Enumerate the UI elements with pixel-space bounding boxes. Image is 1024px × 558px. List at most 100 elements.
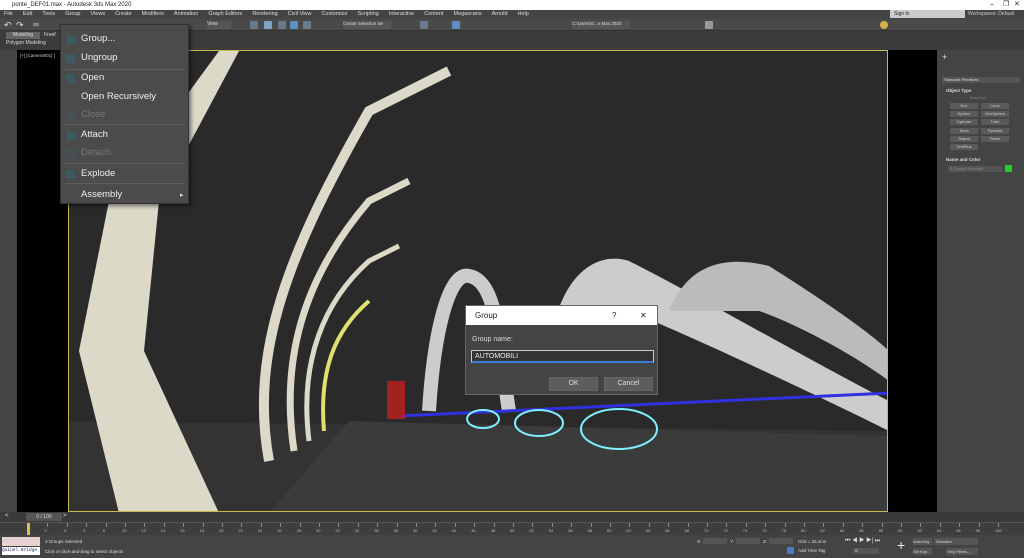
undo-icon[interactable]: ↶ [4, 20, 12, 31]
tab-freeform[interactable]: Freef [44, 32, 56, 38]
menu-interactive[interactable]: Interactive [389, 10, 414, 19]
timeline-ruler[interactable]: 2 4 6 8 10 12 14 16 18 20 22 24 26 28 30 32 34 36 38 40 42 44… [0, 522, 1024, 535]
timeline-tick-label: 74 [742, 528, 748, 533]
project-path-dropdown[interactable]: C:\Users\G...s Max 2020 [572, 21, 630, 29]
dialog-close-button[interactable]: ✕ [640, 306, 647, 325]
primitive-sphere-button[interactable]: Sphere [950, 111, 978, 118]
percent-snap-icon[interactable] [303, 21, 311, 29]
menu-item-explode[interactable]: Explode [61, 168, 188, 182]
y-coord-field[interactable] [736, 538, 760, 544]
menu-views[interactable]: Views [91, 10, 106, 19]
menu-item-open-recursively[interactable]: Open Recursively [61, 91, 188, 105]
set-key-plus-icon[interactable]: + [897, 537, 905, 553]
menu-item-assembly[interactable]: Assembly ▸ [61, 189, 188, 203]
menu-modifiers[interactable]: Modifiers [142, 10, 164, 19]
set-key-button[interactable]: Set Key [913, 548, 932, 555]
primitive-pyramid-button[interactable]: Pyramid [981, 127, 1009, 134]
sign-in-dropdown[interactable]: Sign In [890, 10, 965, 18]
primitive-box-button[interactable]: Box [950, 103, 978, 109]
menu-megascans[interactable]: Megascans [453, 10, 481, 19]
x-coord-field[interactable] [703, 538, 727, 544]
menu-edit[interactable]: Edit [23, 10, 32, 19]
menu-group[interactable]: Group [65, 10, 80, 19]
menu-customize[interactable]: Customize [321, 10, 347, 19]
menu-tools[interactable]: Tools [42, 10, 55, 19]
object-type-rollout[interactable]: Object Type [946, 88, 971, 93]
selection-set-dropdown[interactable]: Create Selection Se [343, 21, 391, 29]
workspace-dropdown[interactable]: Workspaces: Default [968, 10, 1022, 18]
menu-item-ungroup[interactable]: Ungroup [61, 52, 188, 66]
menu-rendering[interactable]: Rendering [252, 10, 277, 19]
time-tag-icon[interactable] [787, 547, 794, 554]
maxscript-input[interactable]: Quinel Bridge [2, 547, 40, 555]
angle-snap-icon[interactable] [290, 21, 298, 29]
snap-icon[interactable] [278, 21, 286, 29]
menu-create[interactable]: Create [115, 10, 132, 19]
menu-help[interactable]: Help [518, 10, 529, 19]
key-filters-button[interactable]: Key Filters... [946, 548, 978, 555]
previous-frame-button[interactable]: < [5, 513, 9, 519]
playback-controls[interactable]: ⏮ ◀ ▶ ▶| ⏭ [845, 538, 880, 545]
render-icon[interactable] [705, 21, 713, 29]
timeline-tick-label: 42 [432, 528, 437, 533]
timeline-tick-label: 40 [413, 528, 418, 533]
red-structure [387, 381, 405, 419]
select-icon[interactable] [264, 21, 272, 29]
view-dropdown[interactable]: View [207, 21, 231, 29]
move-icon[interactable] [250, 21, 258, 29]
z-coord-field[interactable] [769, 538, 793, 544]
redo-icon[interactable]: ↷ [16, 20, 24, 31]
menu-graph-editors[interactable]: Graph Editors [208, 10, 242, 19]
link-icon[interactable]: ∞ [33, 20, 39, 29]
menu-animation[interactable]: Animation [174, 10, 198, 19]
timeline-tick [105, 523, 107, 527]
menu-arnold[interactable]: Arnold [492, 10, 508, 19]
menu-content[interactable]: Content [424, 10, 443, 19]
time-slider-thumb[interactable]: 0 / 100 [26, 513, 62, 521]
primitive-textplus-button[interactable]: TextPlus [950, 144, 978, 150]
object-color-swatch[interactable] [1005, 165, 1012, 172]
primitive-torus-button[interactable]: Torus [950, 127, 978, 134]
next-frame-button[interactable]: > [63, 513, 67, 519]
menu-item-attach[interactable]: Attach [61, 129, 188, 143]
tab-modeling[interactable]: Modeling [6, 32, 40, 39]
minimize-button[interactable]: – [990, 0, 994, 10]
primitive-cone-button[interactable]: Cone [981, 103, 1009, 109]
menu-civil-view[interactable]: Civil View [288, 10, 312, 19]
object-name-field[interactable]: 3 Groups Selected [948, 166, 1002, 172]
name-color-rollout[interactable]: Name and Color [946, 157, 981, 162]
menu-scripting[interactable]: Scripting [357, 10, 378, 19]
primitive-teapot-button[interactable]: Teapot [950, 135, 978, 142]
restore-button[interactable]: ❐ [1003, 0, 1009, 10]
group-name-input[interactable] [471, 350, 654, 363]
camera-viewport[interactable] [68, 50, 888, 512]
close-window-button[interactable]: ✕ [1014, 0, 1020, 10]
help-button[interactable]: ? [612, 306, 616, 325]
primitive-cylinder-button[interactable]: Cylinder [950, 119, 978, 126]
maxscript-listener[interactable] [2, 537, 40, 546]
menu-file[interactable]: File [4, 10, 13, 19]
menu-item-label: Ungroup [81, 52, 118, 63]
current-frame-field[interactable]: 0 [853, 548, 879, 554]
add-time-tag[interactable]: Add Time Tag [798, 548, 825, 553]
polygon-modeling-label[interactable]: Polygon Modeling [6, 40, 46, 46]
menu-item-group[interactable]: Group... [61, 33, 188, 47]
schematic-icon[interactable] [452, 21, 460, 29]
timeline-tick [260, 523, 262, 527]
viewport-label[interactable]: [+] [Camera001] [ [20, 53, 55, 58]
auto-key-button[interactable]: Auto Key [913, 538, 932, 545]
primitive-tube-button[interactable]: Tube [981, 119, 1009, 126]
ok-button[interactable]: OK [549, 377, 598, 391]
menu-item-open[interactable]: Open [61, 72, 188, 86]
key-mode-dropdown[interactable]: Selected [934, 538, 978, 545]
autogrid-checkbox[interactable]: AutoGrid [970, 95, 986, 100]
primitive-plane-button[interactable]: Plane [981, 135, 1009, 142]
create-tab-icon[interactable]: + [942, 52, 947, 62]
primitives-dropdown[interactable]: Standard Primitives [942, 77, 1020, 83]
primitive-geosphere-button[interactable]: GeoSphere [981, 111, 1009, 118]
current-frame-marker[interactable] [27, 523, 30, 535]
time-slider[interactable]: < 0 / 100 > [0, 512, 1024, 522]
layer-icon[interactable] [420, 21, 428, 29]
cancel-button[interactable]: Cancel [604, 377, 653, 391]
light-icon[interactable] [880, 21, 888, 29]
